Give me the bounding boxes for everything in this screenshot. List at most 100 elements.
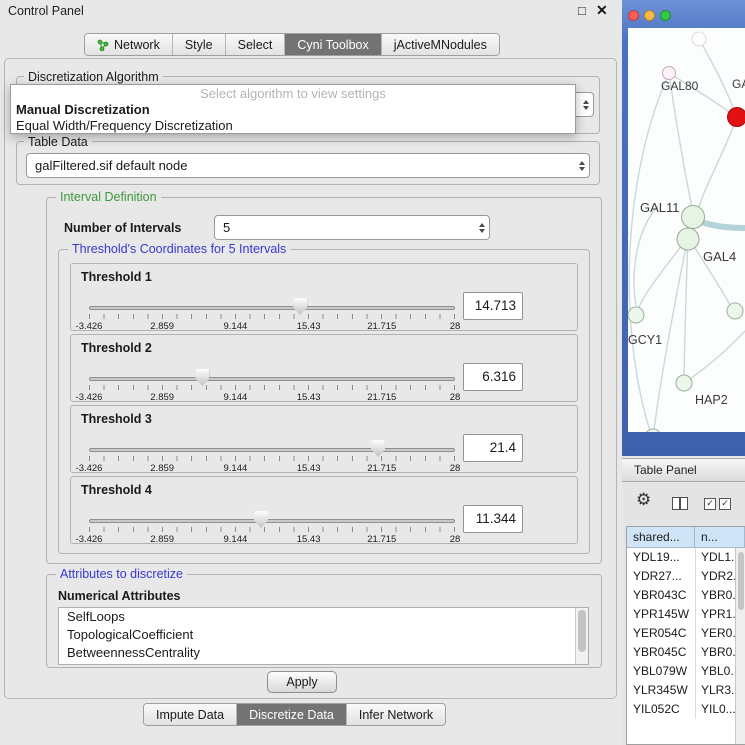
table-cell[interactable]: YDL19...: [627, 548, 695, 567]
table-row[interactable]: YBR043CYBR0...: [627, 586, 735, 605]
select-columns-checkbox-icon[interactable]: ✓: [704, 498, 716, 510]
table-data-legend: Table Data: [24, 135, 92, 149]
table-cell[interactable]: YBR0...: [695, 586, 735, 605]
table-cell[interactable]: YPR1...: [695, 605, 735, 624]
slider-scale-label: 21.715: [367, 463, 396, 474]
table-row[interactable]: YER054CYER0...: [627, 624, 735, 643]
numerical-attributes-list[interactable]: SelfLoopsTopologicalCoefficientBetweenne…: [58, 607, 589, 665]
minimize-traffic-light-icon[interactable]: [644, 10, 655, 21]
threshold-2-value-field[interactable]: 6.316: [463, 363, 523, 391]
threshold-3-slider[interactable]: -3.4262.8599.14415.4321.71528: [89, 434, 455, 474]
tab-discretize-data[interactable]: Discretize Data: [236, 704, 346, 725]
threshold-1-slider[interactable]: -3.4262.8599.14415.4321.71528: [89, 292, 455, 332]
apply-button[interactable]: Apply: [267, 671, 337, 693]
table-cell[interactable]: YDR2...: [695, 567, 735, 586]
table-row[interactable]: YBL079WYBL0...: [627, 662, 735, 681]
close-traffic-light-icon[interactable]: [628, 10, 639, 21]
number-of-intervals-combobox[interactable]: 5: [214, 215, 490, 240]
slider-handle[interactable]: [195, 369, 209, 386]
threshold-2-slider[interactable]: -3.4262.8599.14415.4321.71528: [89, 363, 455, 403]
float-window-icon[interactable]: □: [578, 3, 586, 18]
scrollbar-thumb[interactable]: [738, 552, 744, 610]
slider-track[interactable]: [89, 519, 455, 523]
node-unlabeled[interactable]: [645, 429, 661, 432]
table-row[interactable]: YDL19...YDL1...: [627, 548, 735, 567]
gear-icon[interactable]: ⚙: [636, 490, 651, 510]
node-table: shared... n... YDL19...YDL1...YDR27...YD…: [626, 526, 745, 745]
node-unlabeled[interactable]: [692, 32, 706, 46]
table-cell[interactable]: YPR145W: [627, 605, 695, 624]
slider-handle[interactable]: [371, 440, 385, 457]
close-icon[interactable]: ✕: [596, 2, 608, 19]
slider-scale-label: 15.43: [297, 321, 321, 332]
slider-ticks: [89, 456, 455, 461]
table-scrollbar[interactable]: [735, 548, 745, 744]
node-gcy1[interactable]: [628, 307, 644, 323]
tab-select[interactable]: Select: [225, 34, 285, 55]
threshold-1-value-field[interactable]: 14.713: [463, 292, 523, 320]
slider-handle[interactable]: [254, 511, 268, 528]
node-gal80[interactable]: [663, 67, 676, 80]
tab-jactivemnodules[interactable]: jActiveMNodules: [381, 34, 499, 55]
slider-handle[interactable]: [293, 298, 307, 315]
tab-style[interactable]: Style: [172, 34, 225, 55]
slider-track[interactable]: [89, 377, 455, 381]
columns-icon[interactable]: [672, 497, 688, 510]
zoom-traffic-light-icon[interactable]: [660, 10, 671, 21]
table-data-selected: galFiltered.sif default node: [35, 154, 187, 177]
table-data-combobox[interactable]: galFiltered.sif default node: [26, 153, 590, 178]
scrollbar-thumb[interactable]: [578, 610, 586, 652]
table-cell[interactable]: YDR27...: [627, 567, 695, 586]
popup-option-equal-width-frequency[interactable]: Equal Width/Frequency Discretization: [11, 118, 575, 134]
table-cell[interactable]: YLR3...: [695, 681, 735, 700]
table-row[interactable]: YLR345WYLR3...: [627, 681, 735, 700]
node-hap2[interactable]: [676, 375, 692, 391]
threshold-4-label: Threshold 4: [81, 483, 152, 497]
attribute-list-item[interactable]: SelfLoops: [59, 608, 588, 626]
tab-impute-data[interactable]: Impute Data: [144, 704, 236, 725]
table-cell[interactable]: YLR345W: [627, 681, 695, 700]
tab-network[interactable]: Network: [85, 34, 172, 55]
table-cell[interactable]: YBR045C: [627, 643, 695, 662]
table-row[interactable]: YDR27...YDR2...: [627, 567, 735, 586]
tab-infer-network[interactable]: Infer Network: [346, 704, 445, 725]
slider-scale-label: 28: [450, 463, 461, 474]
table-cell[interactable]: YIL0...: [695, 700, 735, 719]
threshold-4-slider[interactable]: -3.4262.8599.14415.4321.71528: [89, 505, 455, 545]
tab-cyni-toolbox[interactable]: Cyni Toolbox: [284, 34, 380, 55]
table-cell[interactable]: YBR043C: [627, 586, 695, 605]
slider-track[interactable]: [89, 448, 455, 452]
slider-scale-label: -3.426: [76, 534, 103, 545]
table-cell[interactable]: YER0...: [695, 624, 735, 643]
table-row[interactable]: YIL052CYIL0...: [627, 700, 735, 719]
node-unlabeled[interactable]: [727, 303, 743, 319]
node-selected-red[interactable]: [728, 108, 745, 127]
threshold-3-value-field[interactable]: 21.4: [463, 434, 523, 462]
table-row[interactable]: YPR145WYPR1...: [627, 605, 735, 624]
node-gal4[interactable]: [677, 228, 699, 250]
slider-track[interactable]: [89, 306, 455, 310]
node-gal11[interactable]: [682, 206, 705, 229]
column-header-shared-name[interactable]: shared...: [627, 527, 695, 548]
table-panel-body: ⚙ ✓ ✓ shared... n... YDL19...YDL1...YDR2…: [622, 483, 745, 745]
table-cell[interactable]: YBL0...: [695, 662, 735, 681]
network-canvas[interactable]: GAL80 GA GAL11 GAL4 GCY1 HAP2: [628, 28, 745, 432]
slider-scale-label: 28: [450, 321, 461, 332]
table-cell[interactable]: YER054C: [627, 624, 695, 643]
column-header-name[interactable]: n...: [695, 527, 745, 548]
slider-scale-label: 15.43: [297, 534, 321, 545]
attribute-list-item[interactable]: TopologicalCoefficient: [59, 626, 588, 644]
node-label-gal4: GAL4: [703, 249, 736, 264]
node-label-gcy1: GCY1: [628, 333, 662, 347]
table-cell[interactable]: YBL079W: [627, 662, 695, 681]
table-cell[interactable]: YBR0...: [695, 643, 735, 662]
table-row[interactable]: YBR045CYBR0...: [627, 643, 735, 662]
table-cell[interactable]: YIL052C: [627, 700, 695, 719]
select-rows-checkbox-icon[interactable]: ✓: [719, 498, 731, 510]
node-label-hap2: HAP2: [695, 393, 728, 407]
table-cell[interactable]: YDL1...: [695, 548, 735, 567]
attribute-list-item[interactable]: BetweennessCentrality: [59, 644, 588, 662]
popup-option-manual-discretization[interactable]: Manual Discretization: [11, 102, 575, 118]
threshold-4-value-field[interactable]: 11.344: [463, 505, 523, 533]
list-scrollbar[interactable]: [575, 608, 588, 664]
